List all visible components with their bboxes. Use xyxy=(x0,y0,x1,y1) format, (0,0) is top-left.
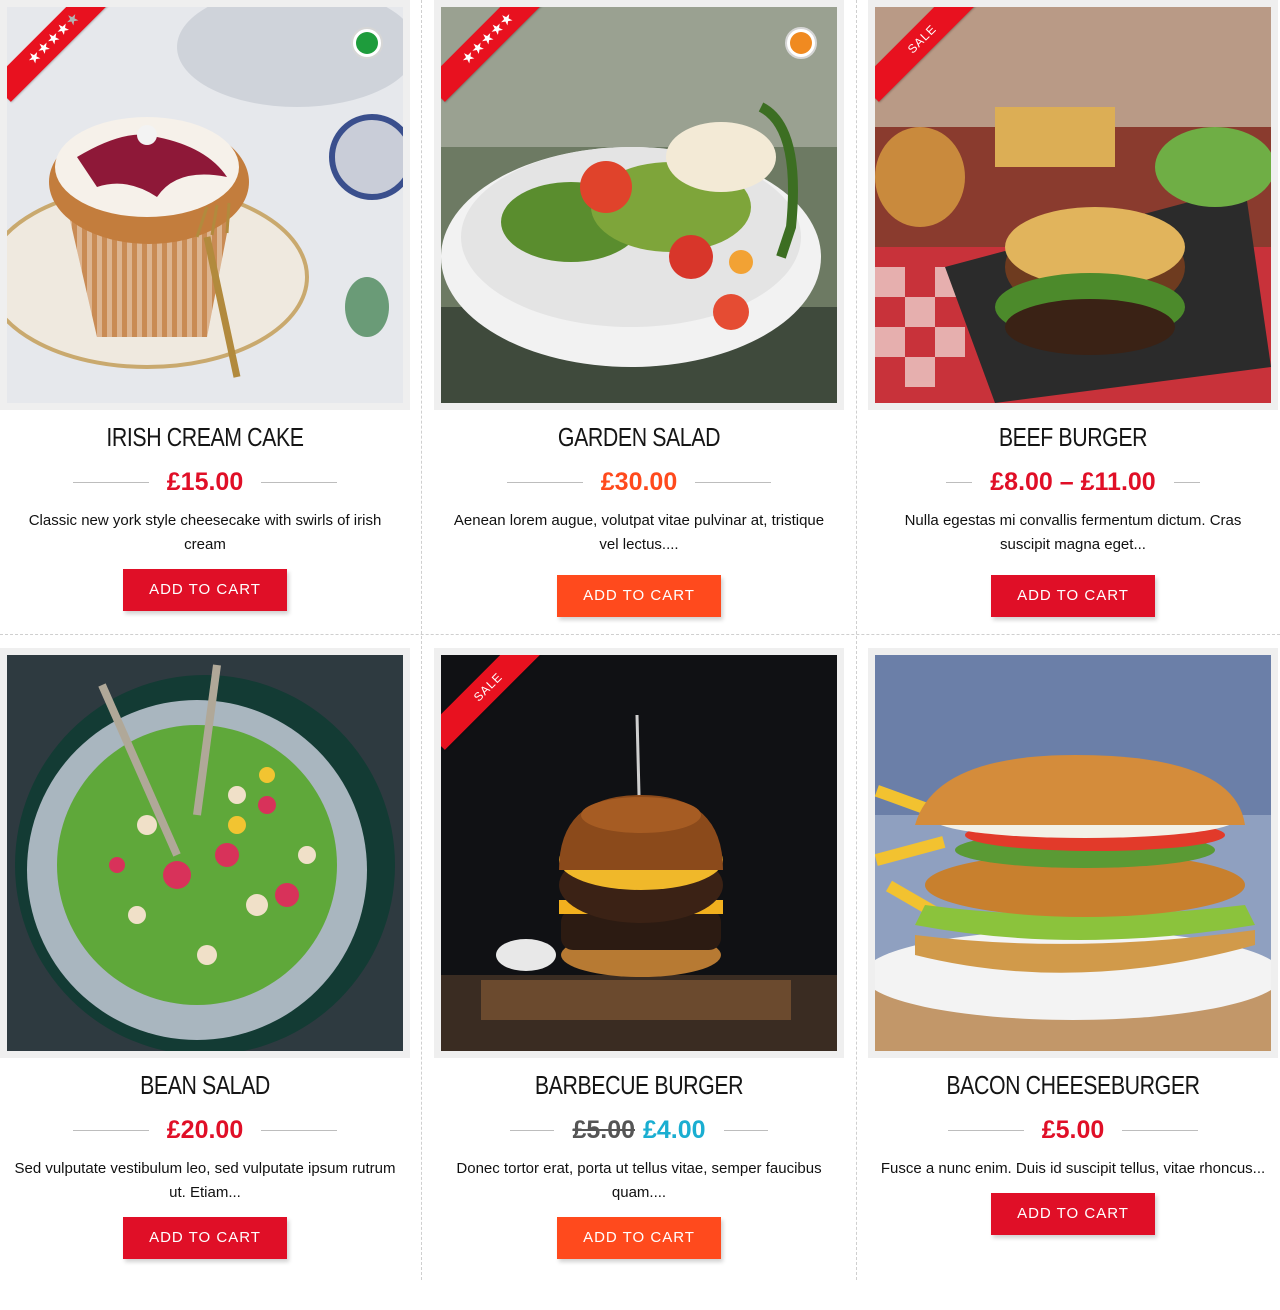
product-price: £30.00 xyxy=(600,467,678,496)
product-info: BEAN SALAD £20.00 Sed vulputate vestibul… xyxy=(0,1070,410,1259)
price-row: £5.00 xyxy=(868,1115,1278,1145)
product-image[interactable] xyxy=(875,655,1271,1051)
price-divider xyxy=(1173,481,1200,483)
product-price: £5.00 £4.00 xyxy=(572,1116,705,1145)
product-image-frame[interactable]: ★★★★★ xyxy=(434,0,844,410)
price-divider xyxy=(261,1129,338,1131)
product-price: £15.00 xyxy=(166,467,244,496)
product-image[interactable]: ★★★★★ xyxy=(7,7,403,403)
product-description: Donec tortor erat, porta ut tellus vitae… xyxy=(456,1160,822,1201)
product-image-frame[interactable] xyxy=(868,648,1278,1058)
price-divider xyxy=(947,1129,1024,1131)
add-to-cart-button[interactable]: ADD TO CART xyxy=(123,569,287,611)
product-image[interactable]: SALE xyxy=(441,655,837,1051)
column-divider xyxy=(421,0,422,1280)
sale-price: £4.00 xyxy=(643,1115,706,1144)
product-description: Nulla egestas mi convallis fermentum dic… xyxy=(904,512,1242,553)
original-price: £5.00 xyxy=(572,1115,635,1144)
product-image[interactable]: ★★★★★ xyxy=(441,7,837,403)
add-to-cart-button[interactable]: ADD TO CART xyxy=(557,1217,721,1259)
product-image[interactable] xyxy=(7,655,403,1051)
price-divider xyxy=(506,481,583,483)
price-row: £15.00 xyxy=(0,467,410,497)
product-price: £8.00 – £11.00 xyxy=(990,467,1156,496)
price-row: £5.00 £4.00 xyxy=(434,1115,844,1145)
product-title[interactable]: BARBECUE BURGER xyxy=(471,1070,807,1101)
price-row: £20.00 xyxy=(0,1115,410,1145)
product-info: BACON CHEESEBURGER £5.00 Fusce a nunc en… xyxy=(868,1070,1278,1235)
price-row: £8.00 – £11.00 xyxy=(868,467,1278,497)
product-info: BEEF BURGER £8.00 – £11.00 Nulla egestas… xyxy=(868,422,1278,617)
product-title[interactable]: GARDEN SALAD xyxy=(471,422,807,453)
price-divider xyxy=(723,1129,768,1131)
price-divider xyxy=(261,481,338,483)
product-image-frame[interactable] xyxy=(0,648,410,1058)
product-description: Fusce a nunc enim. Duis id suscipit tell… xyxy=(880,1160,1266,1177)
product-image[interactable]: SALE xyxy=(875,7,1271,403)
add-to-cart-button[interactable]: ADD TO CART xyxy=(123,1217,287,1259)
product-description: Classic new york style cheesecake with s… xyxy=(28,512,382,553)
product-title[interactable]: BACON CHEESEBURGER xyxy=(905,1070,1241,1101)
product-description: Sed vulputate vestibulum leo, sed vulput… xyxy=(14,1160,396,1201)
chili-spicy-icon xyxy=(785,27,817,59)
price-divider xyxy=(946,481,973,483)
product-image-frame[interactable]: ★★★★★ xyxy=(0,0,410,410)
product-price: £5.00 xyxy=(1041,1115,1105,1144)
product-image-frame[interactable]: SALE xyxy=(434,648,844,1058)
price-divider xyxy=(72,1129,149,1131)
product-title[interactable]: BEEF BURGER xyxy=(905,422,1241,453)
add-to-cart-button[interactable]: ADD TO CART xyxy=(991,575,1155,617)
product-info: IRISH CREAM CAKE £15.00 Classic new york… xyxy=(0,422,410,611)
add-to-cart-button[interactable]: ADD TO CART xyxy=(557,575,721,617)
price-divider xyxy=(695,481,772,483)
vegetarian-badge-icon xyxy=(351,27,383,59)
row-divider xyxy=(0,634,1280,635)
product-grid: ★★★★★ IRISH CREAM CAKE £15.00 Classic ne… xyxy=(0,0,1280,1310)
product-title[interactable]: BEAN SALAD xyxy=(37,1070,373,1101)
price-row: £30.00 xyxy=(434,467,844,497)
product-price: £20.00 xyxy=(166,1115,244,1144)
product-description: Aenean lorem augue, volutpat vitae pulvi… xyxy=(453,512,825,553)
price-divider xyxy=(1122,1129,1199,1131)
product-info: BARBECUE BURGER £5.00 £4.00 Donec tortor … xyxy=(434,1070,844,1259)
product-image-frame[interactable]: SALE xyxy=(868,0,1278,410)
add-to-cart-button[interactable]: ADD TO CART xyxy=(991,1193,1155,1235)
price-divider xyxy=(510,1129,555,1131)
product-info: GARDEN SALAD £30.00 Aenean lorem augue, … xyxy=(434,422,844,617)
product-title[interactable]: IRISH CREAM CAKE xyxy=(37,422,373,453)
column-divider xyxy=(856,0,857,1280)
price-divider xyxy=(72,481,149,483)
